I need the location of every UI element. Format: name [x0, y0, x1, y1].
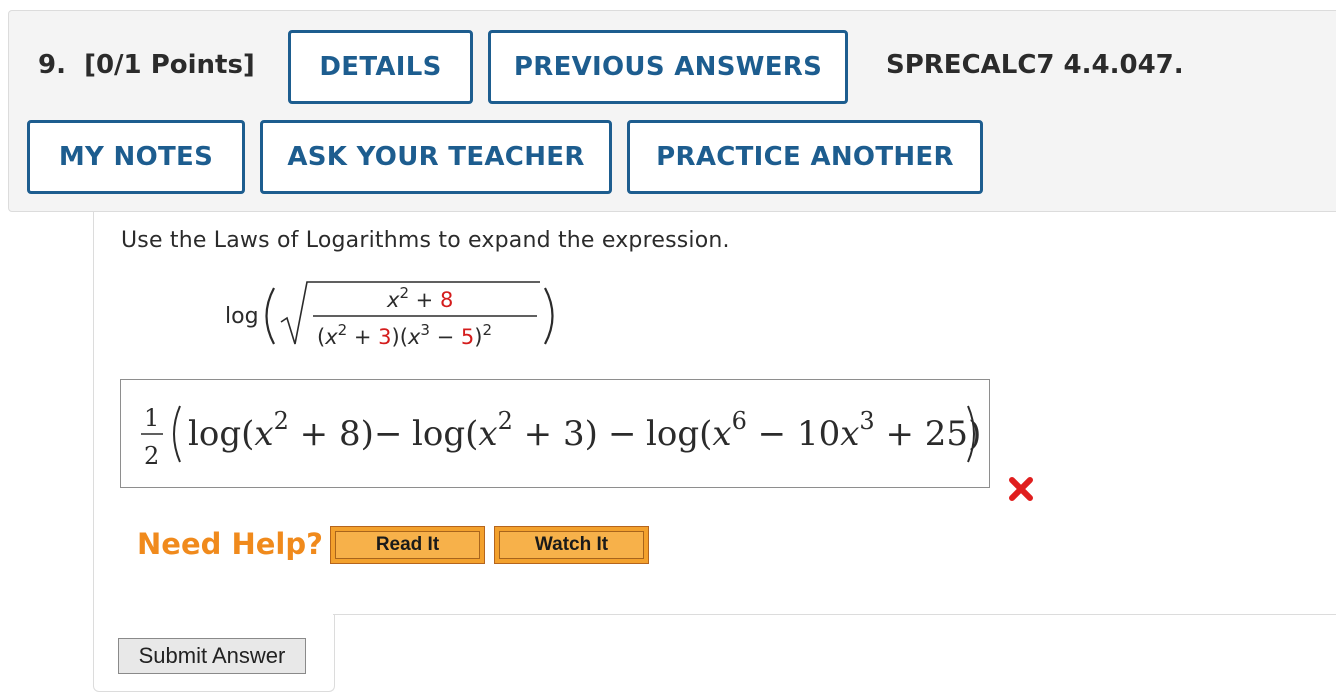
- answer-term-2: log(x2 + 3): [412, 407, 598, 454]
- left-paren: [265, 287, 275, 345]
- ask-your-teacher-button[interactable]: ASK YOUR TEACHER: [260, 120, 612, 194]
- divider: [333, 614, 1336, 615]
- question-prompt: Use the Laws of Logarithms to expand the…: [121, 228, 730, 253]
- read-it-button[interactable]: Read It: [330, 526, 485, 564]
- answer-minus-2: −: [608, 414, 637, 454]
- log-expression: log x2 + 8 (x2 + 3)(x3 − 5)2: [225, 281, 554, 349]
- read-it-label: Read It: [335, 531, 480, 559]
- watch-it-button[interactable]: Watch It: [494, 526, 649, 564]
- practice-another-button[interactable]: PRACTICE ANOTHER: [627, 120, 983, 194]
- numerator: x2 + 8: [386, 284, 453, 312]
- answer-term-3: log(x6 − 10x3 + 25): [646, 407, 981, 454]
- fraction-numerator: 1: [144, 404, 159, 432]
- watch-it-label: Watch It: [499, 531, 644, 559]
- submit-answer-button[interactable]: Submit Answer: [118, 638, 306, 674]
- log-function-label: log: [225, 304, 259, 329]
- question-points: [0/1 Points]: [84, 50, 255, 80]
- my-notes-button[interactable]: MY NOTES: [27, 120, 245, 194]
- answer-term-1: log(x2 + 8): [188, 407, 374, 454]
- need-help-label: Need Help?: [137, 527, 323, 561]
- incorrect-x-icon: [1009, 477, 1033, 501]
- outer-left-paren: [173, 405, 181, 463]
- problem-code: SPRECALC7 4.4.047.: [886, 50, 1184, 80]
- right-paren: [544, 287, 554, 345]
- answer-minus-1: −: [374, 414, 403, 454]
- details-button[interactable]: DETAILS: [288, 30, 473, 104]
- question-number-points: 9. [0/1 Points]: [38, 50, 255, 80]
- denominator: (x2 + 3)(x3 − 5)2: [317, 321, 492, 349]
- fraction-denominator: 2: [144, 442, 159, 470]
- question-number: 9.: [38, 50, 66, 80]
- previous-answers-button[interactable]: PREVIOUS ANSWERS: [488, 30, 848, 104]
- answer-math: 1 2 log(x2 + 8) − log(x2 + 3) − log(x6 −…: [141, 404, 981, 470]
